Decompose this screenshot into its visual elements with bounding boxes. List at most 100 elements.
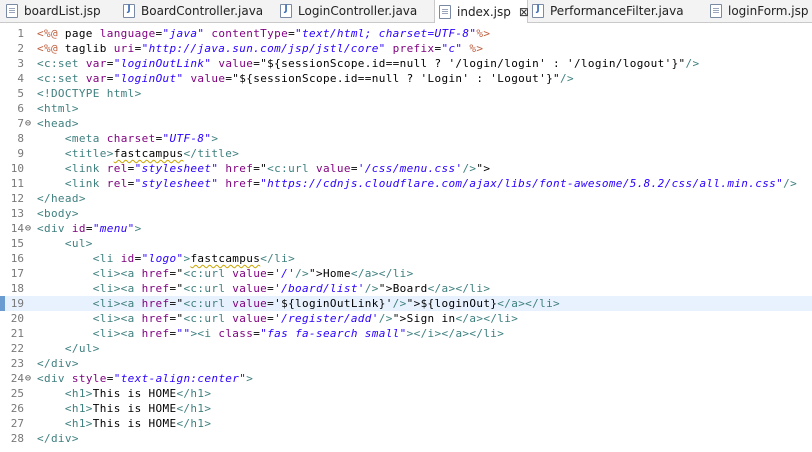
tab-boardlist-jsp[interactable]: boardList.jsp [6, 0, 114, 22]
code-text: <li><a href="<c:url value='/board/list'/… [37, 281, 490, 296]
code-token: <li><a [92, 267, 135, 280]
line-number: 1 [17, 27, 24, 40]
code-token: ">Sign in [392, 312, 456, 325]
code-text: <c:set var="loginOutLink" value="${sessi… [37, 56, 699, 71]
fold-toggle-icon[interactable]: ⊖ [25, 221, 31, 236]
code-token: = [106, 72, 114, 85]
code-token: '/css/menu.css' [357, 162, 463, 175]
code-line[interactable]: 9 <title>fastcampus</title> [0, 146, 812, 161]
code-token: var [85, 57, 107, 70]
code-line[interactable]: 24 ⊖ <div style="text-align:center"> [0, 371, 812, 386]
code-token: %> [476, 27, 491, 40]
tab-loginform-jsp[interactable]: loginForm.jsp [710, 0, 810, 22]
code-text: <c:set var="loginOut" value="${sessionSc… [37, 71, 574, 86]
code-text: <title>fastcampus</title> [37, 146, 239, 161]
code-line[interactable]: 7 ⊖ <head> [0, 116, 812, 131]
code-line[interactable]: 16 <li id="logo">fastcampus</li> [0, 251, 812, 266]
code-line[interactable]: 6 <html> [0, 101, 812, 116]
code-text: <ul> [37, 236, 93, 251]
code-line[interactable]: 23 </div> [0, 356, 812, 371]
code-token: class [218, 327, 254, 340]
code-line[interactable]: 4 <c:set var="loginOut" value="${sessionS… [0, 71, 812, 86]
code-token: "stylesheet" [134, 162, 219, 175]
code-text: <h1>This is HOME</h1> [37, 386, 211, 401]
code-token: /> [685, 57, 700, 70]
code-token: <c:url [183, 267, 226, 280]
code-token: language [99, 27, 156, 40]
code-line[interactable]: 25 <h1>This is HOME</h1> [0, 386, 812, 401]
code-token: This is HOME [92, 402, 177, 415]
tab-index-jsp[interactable]: index.jsp ⊠ [434, 0, 529, 23]
code-token: </div> [37, 357, 79, 370]
code-line[interactable]: 28 </div> [0, 431, 812, 446]
tab-logincontroller-java[interactable]: LoginController.java [280, 0, 428, 22]
code-line[interactable]: 18 <li><a href="<c:url value='/board/lis… [0, 281, 812, 296]
code-text: </div> [37, 356, 79, 371]
code-token: <title> [64, 147, 114, 160]
code-token: ><i [190, 327, 212, 340]
code-line[interactable]: 13 <body> [0, 206, 812, 221]
code-token: </a></li> [350, 267, 414, 280]
code-token: page [57, 27, 100, 40]
code-line[interactable]: 3 <c:set var="loginOutLink" value="${sess… [0, 56, 812, 71]
code-line[interactable]: 14 ⊖ <div id="menu"> [0, 221, 812, 236]
line-number: 14 [10, 222, 24, 235]
close-tab-icon[interactable]: ⊠ [519, 5, 529, 19]
code-token: "text-align:center" [113, 372, 247, 385]
code-token: href [141, 312, 170, 325]
code-line[interactable]: 22 </ul> [0, 341, 812, 356]
code-text: <%@ taglib uri="http://java.sun.com/jsp/… [37, 41, 483, 56]
code-line[interactable]: 19 <li><a href="<c:url value='${loginOut… [0, 296, 812, 311]
line-number: 13 [10, 207, 24, 220]
code-line[interactable]: 26 <h1>This is HOME</h1> [0, 401, 812, 416]
code-token: value [315, 162, 351, 175]
tab-boardcontroller-java[interactable]: BoardController.java [123, 0, 273, 22]
code-line[interactable]: 20 <li><a href="<c:url value='/register/… [0, 311, 812, 326]
code-line[interactable]: 17 <li><a href="<c:url value='/'/>">Home… [0, 266, 812, 281]
jsp-file-icon [6, 4, 18, 18]
code-editor[interactable]: 1 <%@ page language="java" contentType="t… [0, 23, 812, 452]
line-number: 10 [10, 162, 24, 175]
code-token: rel [106, 162, 128, 175]
code-text: <h1>This is HOME</h1> [37, 401, 211, 416]
code-token: <ul> [64, 237, 93, 250]
tab-label: index.jsp [457, 4, 511, 19]
code-line[interactable]: 8 <meta charset="UTF-8"> [0, 131, 812, 146]
code-text: <%@ page language="java" contentType="te… [37, 26, 490, 41]
code-line[interactable]: 10 <link rel="stylesheet" href="<c:url v… [0, 161, 812, 176]
code-token: prefix [392, 42, 435, 55]
code-line[interactable]: 12 </head> [0, 191, 812, 206]
code-line[interactable]: 5 <!DOCTYPE html> [0, 86, 812, 101]
code-token: This is HOME [92, 417, 177, 430]
fold-toggle-icon[interactable]: ⊖ [25, 116, 31, 131]
code-token: <c:url [183, 282, 226, 295]
code-token: =" [169, 312, 184, 325]
code-token: ='${loginOutLink}' [267, 297, 393, 310]
code-token: '/register/add' [274, 312, 379, 325]
code-line[interactable]: 11 <link rel="stylesheet" href="https://… [0, 176, 812, 191]
code-line[interactable]: 21 <li><a href=""><i class="fas fa-searc… [0, 326, 812, 341]
code-token: <meta [64, 132, 100, 145]
code-text: <h1>This is HOME</h1> [37, 416, 211, 431]
line-number: 25 [10, 387, 24, 400]
code-token: <h1> [64, 387, 93, 400]
code-token: <h1> [64, 402, 93, 415]
code-line[interactable]: 1 <%@ page language="java" contentType="t… [0, 26, 812, 41]
fold-toggle-icon[interactable]: ⊖ [25, 371, 31, 386]
code-line[interactable]: 27 <h1>This is HOME</h1> [0, 416, 812, 431]
line-number: 16 [10, 252, 24, 265]
code-line[interactable]: 2 <%@ taglib uri="http://java.sun.com/jsp… [0, 41, 812, 56]
code-token: </h1> [176, 387, 212, 400]
line-number: 28 [10, 432, 24, 445]
code-token: <h1> [64, 417, 93, 430]
code-text: <li id="logo">fastcampus</li> [37, 251, 295, 266]
code-token: <li><a [92, 327, 135, 340]
tab-performancefilter-java[interactable]: PerformanceFilter.java [532, 0, 697, 22]
code-token: > [246, 372, 254, 385]
code-line[interactable]: 15 <ul> [0, 236, 812, 251]
